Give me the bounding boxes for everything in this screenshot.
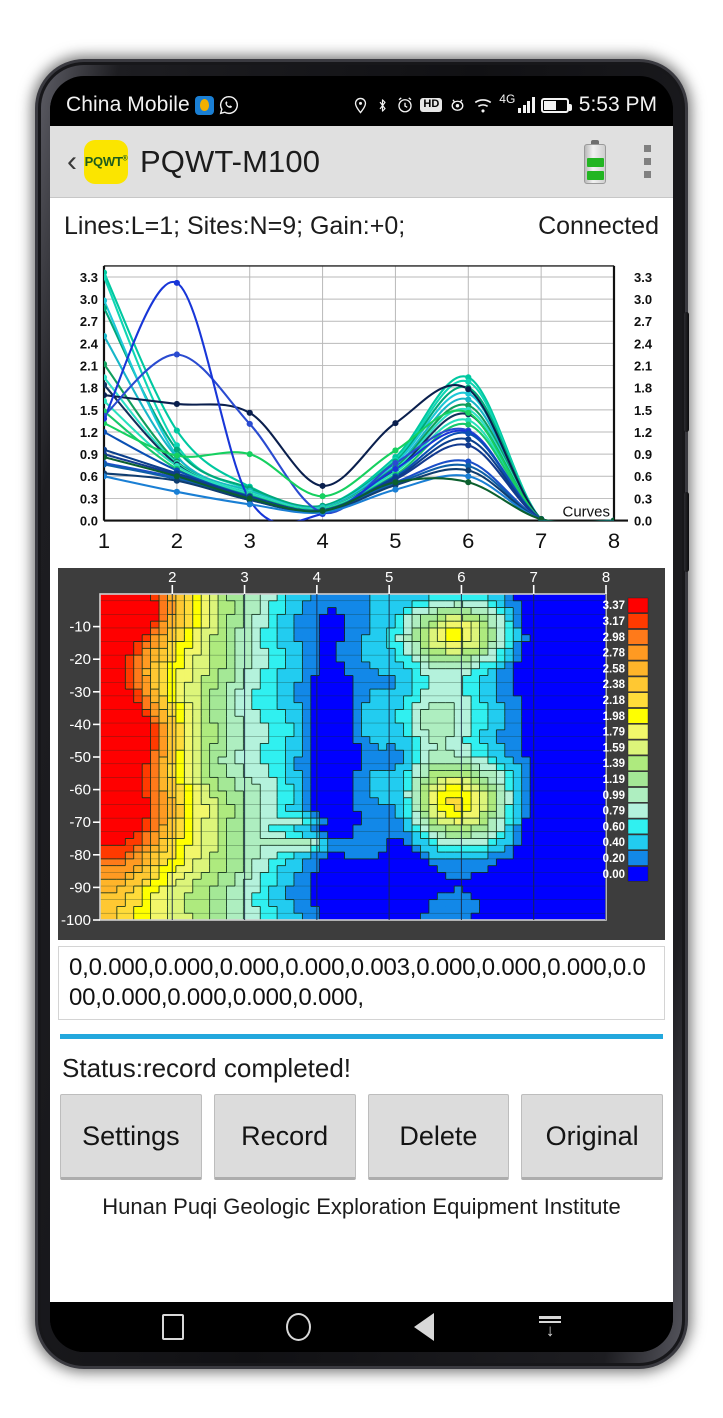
svg-text:Curves: Curves: [563, 505, 610, 521]
svg-text:2.4: 2.4: [80, 336, 99, 351]
svg-text:7: 7: [535, 528, 547, 553]
volume-button[interactable]: [684, 312, 689, 432]
svg-text:0.9: 0.9: [634, 447, 652, 462]
curves-chart-svg: 0.0 0.0 0.3 0.3 0.6 0.6 0.9 0.9 1.2 1.2 1.5 1.5 1.8 1…: [58, 258, 665, 566]
whatsapp-icon: [219, 95, 239, 115]
svg-text:8: 8: [608, 528, 620, 553]
svg-text:2.4: 2.4: [634, 336, 653, 351]
nav-recents-button[interactable]: [152, 1310, 194, 1344]
svg-text:1.8: 1.8: [80, 381, 98, 396]
svg-text:1.2: 1.2: [80, 425, 98, 440]
signal-icon: [518, 97, 535, 113]
nav-back-button[interactable]: [403, 1310, 445, 1344]
settings-button[interactable]: Settings: [60, 1094, 202, 1180]
android-nav-bar: ↓: [50, 1302, 673, 1352]
svg-text:4: 4: [316, 528, 328, 553]
svg-text:1.2: 1.2: [634, 425, 652, 440]
eye-icon: [448, 96, 467, 114]
hide-keyboard-icon: ↓: [539, 1316, 561, 1338]
svg-text:0.6: 0.6: [80, 469, 98, 484]
svg-text:2.7: 2.7: [80, 314, 98, 329]
back-button[interactable]: ‹: [62, 147, 82, 177]
svg-text:0.9: 0.9: [80, 447, 98, 462]
contour-section-svg: 2345678-10-20-30-40-50-60-70-80-90-1003.…: [58, 568, 665, 940]
clock-label: 5:53 PM: [579, 93, 657, 117]
svg-text:1: 1: [98, 528, 110, 553]
survey-params-label: Lines:L=1; Sites:N=9; Gain:+0;: [64, 212, 405, 241]
svg-text:2.1: 2.1: [634, 359, 652, 374]
nav-home-button[interactable]: [278, 1310, 320, 1344]
svg-text:3.3: 3.3: [634, 270, 652, 285]
phone-screen: China Mobile HD: [50, 76, 673, 1352]
nav-hide-button[interactable]: ↓: [529, 1310, 571, 1344]
svg-text:3.3: 3.3: [80, 270, 98, 285]
company-footer: Hunan Puqi Geologic Exploration Equipmen…: [58, 1180, 665, 1224]
contour-section[interactable]: 2345678-10-20-30-40-50-60-70-80-90-1003.…: [58, 568, 665, 940]
svg-text:6: 6: [457, 569, 465, 586]
curves-chart[interactable]: 0.0 0.0 0.3 0.3 0.6 0.6 0.9 0.9 1.2 1.2 1.5 1.5 1.8 1…: [50, 254, 673, 566]
app-bar: ‹ PQWT® PQWT-M100: [50, 126, 673, 198]
svg-text:5: 5: [385, 569, 393, 586]
svg-text:2: 2: [171, 528, 183, 553]
svg-text:3.0: 3.0: [80, 292, 98, 307]
svg-text:4: 4: [313, 569, 321, 586]
notch: [277, 76, 447, 82]
action-button-row: Settings Record Delete Original: [58, 1084, 665, 1180]
carrier-label: China Mobile: [66, 93, 190, 117]
svg-text:0.0: 0.0: [634, 514, 652, 529]
status-message: Status:record completed!: [58, 1039, 665, 1084]
qq-icon: [195, 96, 214, 115]
hd-icon: HD: [420, 98, 442, 112]
svg-text:0.3: 0.3: [634, 491, 652, 506]
phone-frame: China Mobile HD: [38, 62, 685, 1366]
svg-text:1.8: 1.8: [634, 381, 652, 396]
svg-text:2.7: 2.7: [634, 314, 652, 329]
status-bar-right: HD 4G 5:53 PM: [352, 93, 657, 117]
svg-text:6: 6: [462, 528, 474, 553]
device-battery-icon: [584, 140, 606, 184]
alarm-icon: [396, 96, 414, 114]
location-icon: [352, 96, 369, 115]
app-logo-label: PQWT®: [85, 154, 128, 169]
app-content: ‹ PQWT® PQWT-M100 Lines:L=1; Sit: [50, 126, 673, 1302]
svg-text:1.5: 1.5: [634, 403, 652, 418]
svg-text:1.5: 1.5: [80, 403, 98, 418]
battery-icon: [541, 98, 569, 113]
app-bar-actions: [584, 140, 655, 184]
circle-icon: [286, 1313, 311, 1341]
original-button[interactable]: Original: [521, 1094, 663, 1180]
power-button[interactable]: [684, 492, 689, 572]
data-readout[interactable]: 0,0.000,0.000,0.000,0.000,0.003,0.000,0.…: [58, 946, 665, 1020]
square-icon: [162, 1314, 184, 1340]
overflow-menu-icon[interactable]: [640, 141, 655, 182]
record-button[interactable]: Record: [214, 1094, 356, 1180]
page-title: PQWT-M100: [140, 144, 320, 180]
svg-text:0.3: 0.3: [80, 491, 98, 506]
android-status-bar: China Mobile HD: [50, 84, 673, 126]
svg-text:2: 2: [168, 569, 176, 586]
svg-text:7: 7: [530, 569, 538, 586]
bottom-section: Status:record completed! Settings Record…: [50, 1020, 673, 1302]
info-bar: Lines:L=1; Sites:N=9; Gain:+0; Connected: [50, 198, 673, 254]
svg-text:0.0: 0.0: [80, 514, 98, 529]
status-bar-left: China Mobile: [66, 93, 239, 117]
app-logo: PQWT®: [84, 140, 128, 184]
svg-text:3: 3: [244, 528, 256, 553]
connection-status-label: Connected: [538, 212, 659, 241]
delete-button[interactable]: Delete: [368, 1094, 510, 1180]
svg-text:5: 5: [389, 528, 401, 553]
bluetooth-icon: [375, 96, 390, 115]
wifi-icon: [473, 97, 493, 114]
svg-text:3: 3: [240, 569, 248, 586]
triangle-left-icon: [414, 1313, 434, 1341]
network-type-label: 4G: [499, 92, 515, 106]
svg-text:2.1: 2.1: [80, 359, 98, 374]
svg-text:3.0: 3.0: [634, 292, 652, 307]
svg-text:0.6: 0.6: [634, 469, 652, 484]
